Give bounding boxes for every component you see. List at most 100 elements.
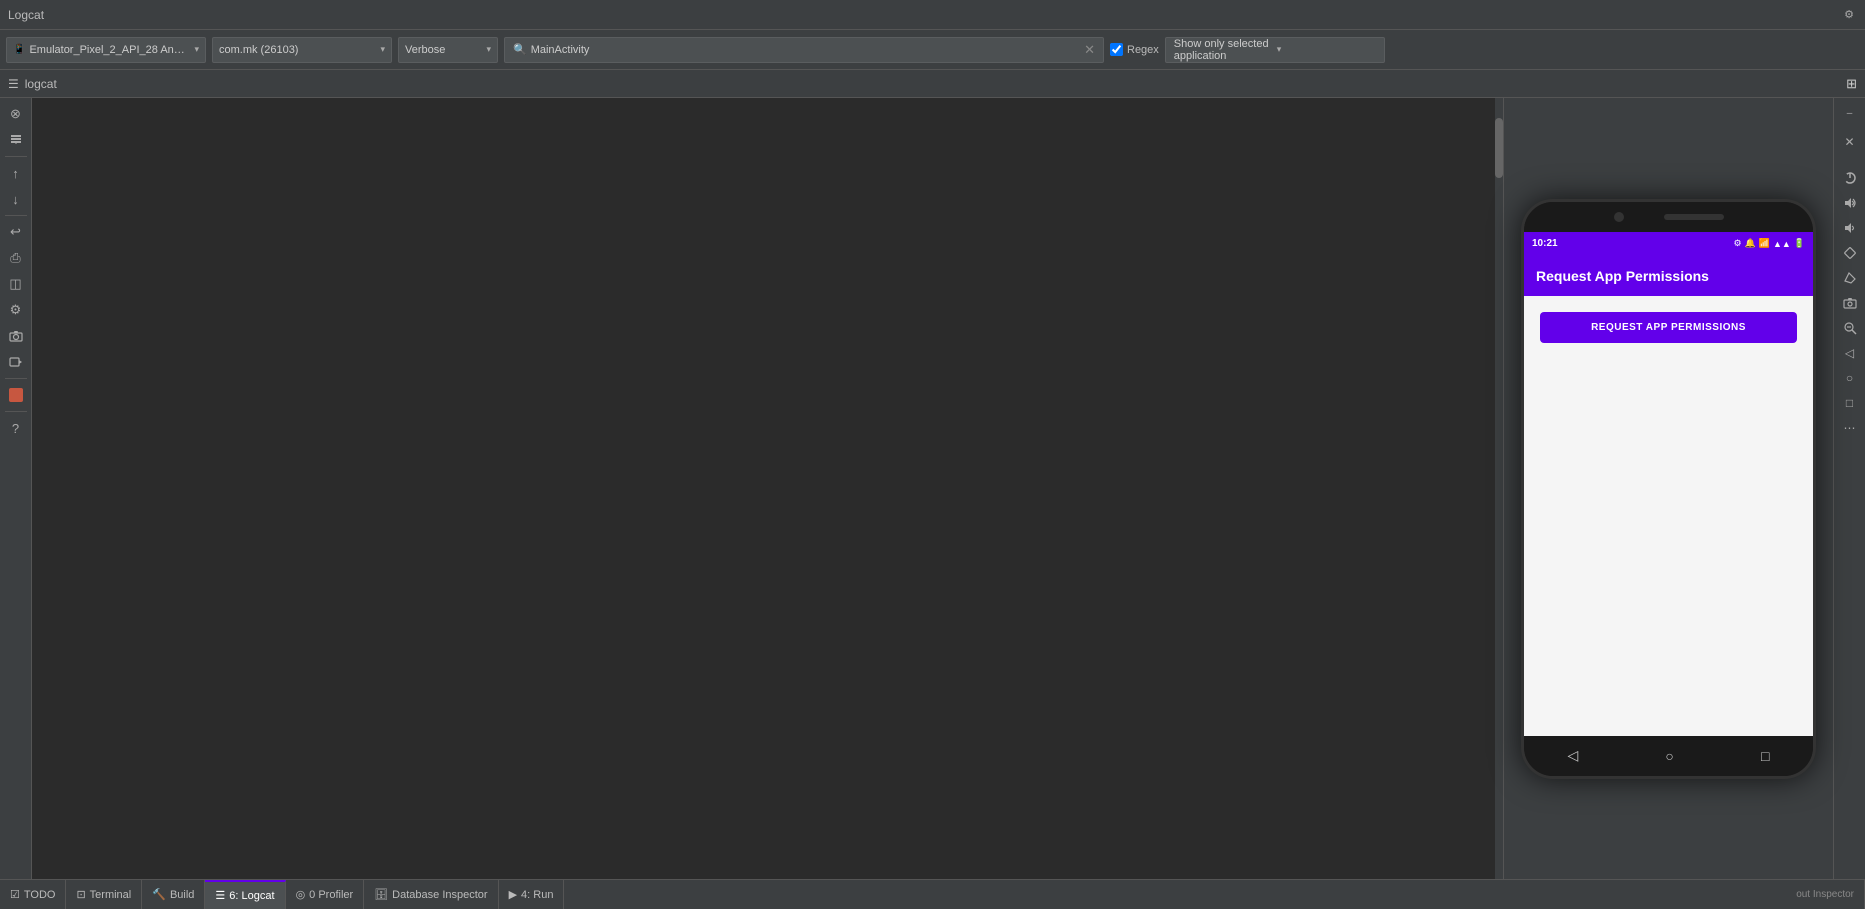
emulator-home-icon[interactable]: ○: [1839, 367, 1861, 389]
sidebar-separator-2: [5, 215, 27, 216]
loglevel-selector[interactable]: Verbose ▾: [398, 37, 498, 63]
phone-app-bar: Request App Permissions: [1524, 256, 1813, 296]
terminal-label: Terminal: [90, 889, 132, 901]
emulator-power-icon[interactable]: [1839, 167, 1861, 189]
emulator-back-icon[interactable]: ◁: [1839, 342, 1861, 364]
signal-icon: ▲▲: [1773, 239, 1791, 249]
phone-area: 10:21 ⚙ 🔔 📶 ▲▲ 🔋 Request App Permissions: [1503, 98, 1833, 879]
tab-todo[interactable]: ☑ TODO: [0, 880, 66, 909]
phone-screen: 10:21 ⚙ 🔔 📶 ▲▲ 🔋 Request App Permissions: [1524, 232, 1813, 736]
title-bar-right: ⚙: [1841, 7, 1857, 23]
show-only-dropdown-arrow: ▾: [1277, 44, 1376, 55]
run-label: 4: Run: [521, 889, 553, 901]
request-permissions-button[interactable]: REQUEST APP PERMISSIONS: [1540, 312, 1797, 343]
help-icon[interactable]: ?: [4, 416, 28, 440]
title-bar: Logcat ⚙: [0, 0, 1865, 30]
emulator-volume-down-icon[interactable]: [1839, 217, 1861, 239]
database-label: Database Inspector: [392, 889, 487, 901]
status-bar-right: out Inspector: [1786, 880, 1865, 909]
log-content: [32, 98, 1503, 879]
filter-icon[interactable]: ◫: [4, 272, 28, 296]
scrollbar-track[interactable]: [1495, 98, 1503, 879]
regex-checkbox[interactable]: [1110, 43, 1123, 56]
logcat-header-left: ☰ logcat: [8, 77, 57, 91]
orange-square-icon[interactable]: [4, 383, 28, 407]
emulator-volume-up-icon[interactable]: [1839, 192, 1861, 214]
regex-label: Regex: [1127, 44, 1159, 56]
scroll-down-icon[interactable]: ↓: [4, 187, 28, 211]
emulator-screenshot-icon[interactable]: [1839, 292, 1861, 314]
title-bar-left: Logcat: [8, 8, 44, 22]
regex-option[interactable]: Regex: [1110, 43, 1159, 56]
search-clear-icon[interactable]: ✕: [1084, 42, 1095, 58]
out-inspector-label: out Inspector: [1796, 889, 1854, 900]
logcat-settings-icon[interactable]: ⊞: [1846, 76, 1857, 92]
run-icon: ▶: [509, 888, 517, 901]
database-icon: 🗄: [374, 888, 388, 901]
scroll-up-icon[interactable]: ↑: [4, 161, 28, 185]
package-label: com.mk (26103): [219, 44, 376, 56]
logcat-subheader: ☰ logcat ⊞: [0, 70, 1865, 98]
package-dropdown-arrow: ▾: [380, 44, 385, 55]
tab-profiler[interactable]: ◎ 0 Profiler: [286, 880, 365, 909]
emulator-square-icon[interactable]: □: [1839, 392, 1861, 414]
wifi-icon: 📶: [1759, 238, 1770, 249]
phone-camera: [1614, 212, 1624, 222]
emulator-zoom-icon[interactable]: [1839, 317, 1861, 339]
phone-status-bar: 10:21 ⚙ 🔔 📶 ▲▲ 🔋: [1524, 232, 1813, 256]
clear-logs-icon[interactable]: ⊗: [4, 102, 28, 126]
gear-icon[interactable]: ⚙: [4, 298, 28, 322]
emulator-rotate-icon[interactable]: [1839, 242, 1861, 264]
emulator-close-button[interactable]: ✕: [1839, 131, 1861, 153]
settings-status-icon: ⚙: [1733, 238, 1741, 249]
status-bar: ☑ TODO ⊡ Terminal 🔨 Build ☰ 6: Logcat ◎ …: [0, 879, 1865, 909]
logcat-menu-icon[interactable]: ☰: [8, 77, 19, 91]
todo-label: TODO: [24, 889, 56, 901]
tab-run[interactable]: ▶ 4: Run: [499, 880, 565, 909]
logcat-tab-icon: ☰: [215, 889, 225, 902]
search-icon: 🔍: [513, 43, 527, 56]
profiler-label: 0 Profiler: [309, 889, 353, 901]
device-selector[interactable]: 📱 Emulator_Pixel_2_API_28 Androi... ▾: [6, 37, 206, 63]
phone-home-button[interactable]: ○: [1665, 748, 1673, 764]
terminal-icon: ⊡: [76, 888, 85, 901]
tab-build[interactable]: 🔨 Build: [142, 880, 205, 909]
emulator-erase-icon[interactable]: [1839, 267, 1861, 289]
todo-icon: ☑: [10, 888, 20, 901]
package-selector[interactable]: com.mk (26103) ▾: [212, 37, 392, 63]
camera-icon[interactable]: [4, 324, 28, 348]
main-area: ⊗ ↑ ↓ ↩ ⎙ ◫ ⚙: [0, 98, 1865, 879]
phone-status-icons: ⚙ 🔔 📶 ▲▲ 🔋: [1733, 238, 1805, 249]
scroll-end-icon[interactable]: [4, 128, 28, 152]
app-title: Logcat: [8, 8, 44, 22]
build-label: Build: [170, 889, 194, 901]
loglevel-label: Verbose: [405, 44, 482, 56]
phone-back-button[interactable]: ◁: [1568, 747, 1579, 764]
phone-bottom-bar: ◁ ○ □: [1524, 736, 1813, 776]
show-only-selector[interactable]: Show only selected application ▾: [1165, 37, 1385, 63]
emulator-min-button[interactable]: –: [1839, 102, 1861, 124]
notification-status-icon: 🔔: [1745, 238, 1756, 249]
search-input[interactable]: [531, 44, 1080, 56]
build-icon: 🔨: [152, 888, 166, 901]
phone-top-bar: [1524, 202, 1813, 232]
wrap-icon[interactable]: ↩: [4, 220, 28, 244]
tab-logcat[interactable]: ☰ 6: Logcat: [205, 880, 285, 909]
phone-square-button[interactable]: □: [1761, 748, 1769, 764]
search-box[interactable]: 🔍 ✕: [504, 37, 1104, 63]
sidebar-separator-4: [5, 411, 27, 412]
settings-button[interactable]: ⚙: [1841, 7, 1857, 23]
battery-icon: 🔋: [1794, 238, 1805, 249]
video-icon[interactable]: [4, 350, 28, 374]
stop-icon: [9, 388, 23, 402]
show-only-label: Show only selected application: [1174, 38, 1273, 62]
profiler-icon: ◎: [296, 888, 306, 901]
tab-terminal[interactable]: ⊡ Terminal: [66, 880, 142, 909]
sidebar-separator-1: [5, 156, 27, 157]
scrollbar-thumb[interactable]: [1495, 118, 1503, 178]
device-dropdown-arrow: ▾: [194, 44, 199, 55]
print-icon[interactable]: ⎙: [4, 246, 28, 270]
tab-database-inspector[interactable]: 🗄 Database Inspector: [364, 880, 498, 909]
emulator-more-icon[interactable]: ⋯: [1839, 417, 1861, 439]
toolbar: 📱 Emulator_Pixel_2_API_28 Androi... ▾ co…: [0, 30, 1865, 70]
